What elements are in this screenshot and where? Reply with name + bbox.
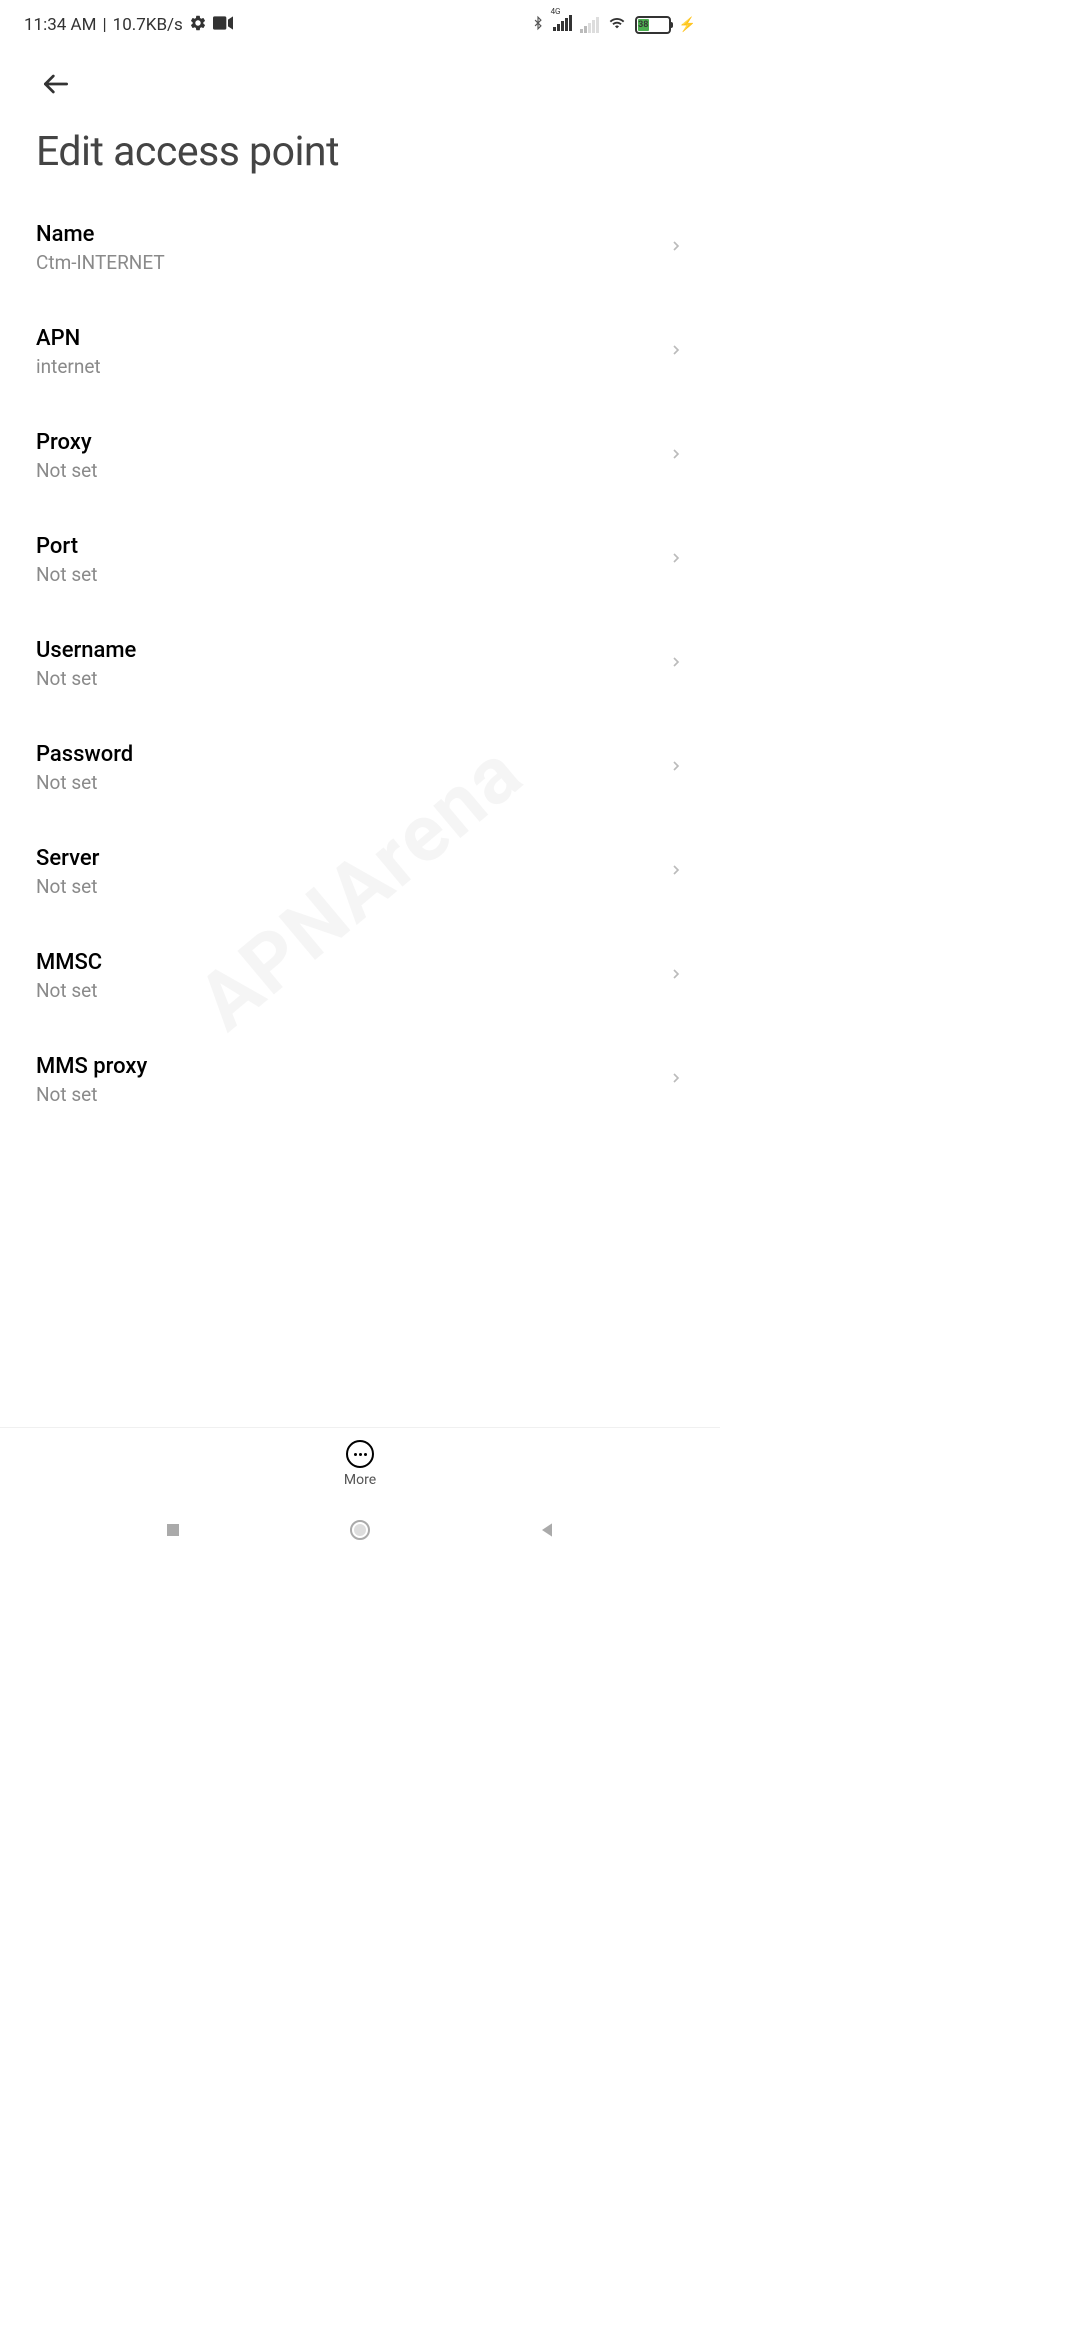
wifi-icon [607, 15, 627, 36]
setting-row-mmsc[interactable]: MMSC Not set [36, 924, 684, 1028]
home-button[interactable] [347, 1517, 373, 1543]
signal-bars-weak-icon [580, 17, 599, 33]
setting-row-port[interactable]: Port Not set [36, 508, 684, 612]
chevron-right-icon [668, 650, 684, 678]
chevron-right-icon [668, 338, 684, 366]
chevron-right-icon [668, 546, 684, 574]
setting-row-apn[interactable]: APN internet [36, 300, 684, 404]
circle-icon [348, 1518, 372, 1542]
chevron-right-icon [668, 858, 684, 886]
status-left: 11:34 AM | 10.7KB/s [24, 14, 233, 37]
status-bar: 11:34 AM | 10.7KB/s 4G [0, 0, 720, 44]
setting-value: Not set [36, 875, 99, 898]
setting-value: Not set [36, 1083, 147, 1106]
settings-list: Name Ctm-INTERNET APN internet Proxy Not… [0, 196, 720, 1132]
setting-title: Password [36, 742, 133, 767]
setting-value: Not set [36, 563, 97, 586]
page-title: Edit access point [36, 128, 684, 176]
recent-apps-button[interactable] [160, 1517, 186, 1543]
setting-title: APN [36, 326, 101, 351]
chevron-right-icon [668, 442, 684, 470]
settings-scroll[interactable]: APNArena Name Ctm-INTERNET APN internet … [0, 196, 720, 1577]
setting-row-username[interactable]: Username Not set [36, 612, 684, 716]
battery-icon: 38 [635, 16, 671, 34]
back-button[interactable] [36, 64, 76, 104]
setting-value: Not set [36, 771, 133, 794]
navigation-bar [0, 1500, 720, 1560]
status-speed: 10.7KB/s [113, 15, 183, 35]
setting-row-password[interactable]: Password Not set [36, 716, 684, 820]
setting-title: Name [36, 222, 165, 247]
setting-title: Proxy [36, 430, 97, 455]
chevron-right-icon [668, 754, 684, 782]
square-icon [164, 1521, 182, 1539]
setting-row-name[interactable]: Name Ctm-INTERNET [36, 196, 684, 300]
signal-bars-icon [553, 15, 572, 31]
chevron-right-icon [668, 962, 684, 990]
header: Edit access point [0, 44, 720, 176]
setting-value: internet [36, 355, 101, 378]
video-icon [213, 15, 233, 35]
setting-value: Not set [36, 667, 136, 690]
gear-icon [189, 14, 207, 37]
setting-value: Not set [36, 979, 102, 1002]
triangle-left-icon [537, 1520, 557, 1540]
setting-row-proxy[interactable]: Proxy Not set [36, 404, 684, 508]
setting-value: Ctm-INTERNET [36, 251, 165, 274]
bottom-action-bar: More [0, 1427, 720, 1500]
more-button[interactable]: More [344, 1440, 376, 1488]
setting-title: MMS proxy [36, 1054, 147, 1079]
status-right: 4G 38 ⚡ [531, 14, 696, 37]
more-icon [346, 1440, 374, 1468]
setting-title: Username [36, 638, 136, 663]
setting-row-mms-proxy[interactable]: MMS proxy Not set [36, 1028, 684, 1132]
more-label: More [344, 1472, 376, 1488]
charging-icon: ⚡ [679, 17, 696, 33]
setting-row-server[interactable]: Server Not set [36, 820, 684, 924]
setting-title: Server [36, 846, 99, 871]
setting-value: Not set [36, 459, 97, 482]
setting-title: MMSC [36, 950, 102, 975]
setting-title: Port [36, 534, 97, 559]
back-nav-button[interactable] [534, 1517, 560, 1543]
bluetooth-icon [531, 14, 545, 37]
status-time: 11:34 AM [24, 15, 96, 35]
arrow-left-icon [40, 68, 72, 100]
chevron-right-icon [668, 1066, 684, 1094]
signal-4g: 4G [553, 15, 572, 36]
chevron-right-icon [668, 234, 684, 262]
